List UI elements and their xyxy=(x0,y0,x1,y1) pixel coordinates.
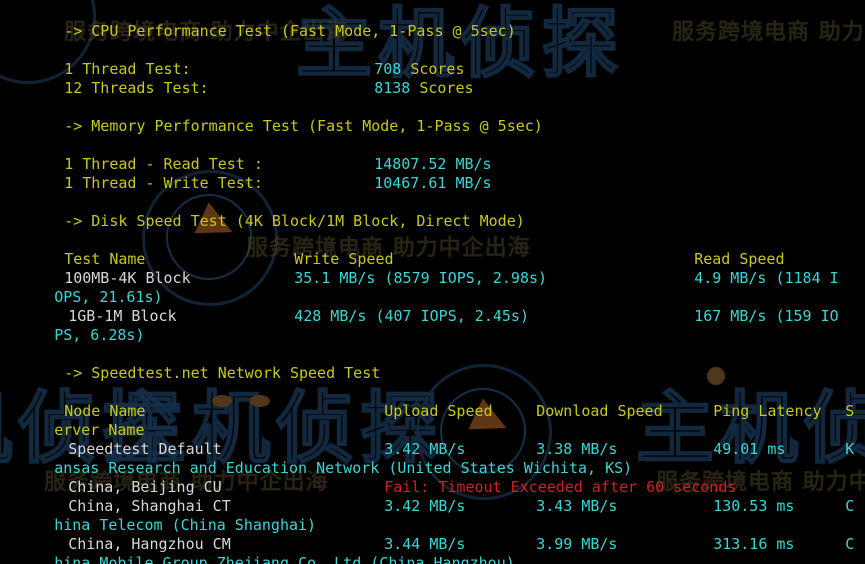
network-col-ping-latency: Ping Latency xyxy=(713,402,822,420)
network-col-upload-speed: Upload Speed xyxy=(384,402,493,420)
memory-section-heading: -> Memory Performance Test (Fast Mode, 1… xyxy=(0,98,543,135)
cpu-section-heading: -> CPU Performance Test (Fast Mode, 1-Pa… xyxy=(0,3,516,40)
memory-row-read: 1 Thread - Read Test :14807.52 MB/s xyxy=(0,136,491,173)
memory-write-value: 10467.61 MB/s xyxy=(374,174,492,192)
network-ping-latency: 313.16 ms xyxy=(713,535,795,553)
network-row-speedtest-default-wrap: ansas Research and Education Network (Un… xyxy=(0,440,632,477)
disk-4k-write: 35.1 MB/s (8579 IOPS, 2.98s) xyxy=(294,269,548,287)
network-server-name: C xyxy=(845,497,855,515)
memory-row-write: 1 Thread - Write Test: 10467.61 MB/s xyxy=(0,155,491,192)
network-server-name-wrap: hina Mobile Group Zhejiang Co.,Ltd (Chin… xyxy=(54,554,515,564)
cpu-row-1thread: 1 Thread Test: 708 Scores xyxy=(0,41,464,78)
disk-heading-text: -> Disk Speed Test (4K Block/1M Block, D… xyxy=(64,212,525,230)
network-upload-speed: 3.42 MB/s xyxy=(384,497,466,515)
network-row-shanghai-ct: China, Shanghai CT 3.42 MB/s 3.43 MB/s 130.… xyxy=(0,478,854,515)
disk-1m-write: 428 MB/s (407 IOPS, 2.45s) xyxy=(294,307,529,325)
disk-section-heading: -> Disk Speed Test (4K Block/1M Block, D… xyxy=(0,193,525,230)
network-row-hangzhou-cm: China, Hangzhou CM 3.44 MB/s 3.99 MB/s 313.… xyxy=(0,516,854,553)
network-server-name: C xyxy=(845,535,855,553)
disk-row-4k: 100MB-4K Block 35.1 MB/s (8579 IOPS, 2.98… xyxy=(0,250,839,287)
disk-row-1m-wrap: PS, 6.28s) xyxy=(0,307,144,344)
terminal-window: 主机侦探 主机侦探 主机侦探 主机侦探 服务跨境电商 助力中企出海 服务跨境电商… xyxy=(0,0,865,564)
disk-row-1m: 1GB-1M Block 428 MB/s (407 IOPS, 2.45s) 16… xyxy=(0,288,839,325)
network-row-hangzhou-cm-wrap: hina Mobile Group Zhejiang Co.,Ltd (Chin… xyxy=(0,535,515,564)
network-row-speedtest-default: Speedtest Default 3.42 MB/s 3.38 MB/s 49.01… xyxy=(0,421,854,458)
network-col-server-name: S xyxy=(845,402,855,420)
network-download-speed: 3.99 MB/s xyxy=(536,535,618,553)
memory-heading-text: -> Memory Performance Test (Fast Mode, 1… xyxy=(64,117,543,135)
disk-1m-read: 167 MB/s (159 IO xyxy=(694,307,839,325)
network-col-download-speed: Download Speed xyxy=(536,402,663,420)
network-row-shanghai-ct-wrap: hina Telecom (China Shanghai) xyxy=(0,497,316,534)
network-ping-latency: 49.01 ms xyxy=(713,440,786,458)
disk-4k-read: 4.9 MB/s (1184 I xyxy=(694,269,839,287)
disk-row-4k-wrap: OPS, 21.61s) xyxy=(0,269,162,306)
network-ping-latency: 130.53 ms xyxy=(713,497,795,515)
network-row-beijing-cu: China, Beijing CU Fail: Timeout Exceeded … xyxy=(0,459,736,496)
cpu-12threads-label: 12 Threads Test: xyxy=(64,79,209,97)
network-table-header: Node Name Upload Speed Download Speed Ping … xyxy=(0,383,854,420)
disk-1m-read-wrap: PS, 6.28s) xyxy=(54,326,145,344)
network-server-name: K xyxy=(845,440,855,458)
cpu-heading-text: -> CPU Performance Test (Fast Mode, 1-Pa… xyxy=(64,22,516,40)
network-table-header-wrap: erver Name xyxy=(0,402,144,439)
disk-table-header: Test Name Write Speed Read Speed xyxy=(0,231,784,268)
cpu-12threads-value: 8138 xyxy=(374,79,411,97)
network-heading-text: -> Speedtest.net Network Speed Test xyxy=(64,364,381,382)
cpu-row-12threads: 12 Threads Test: 8138 Scores xyxy=(0,60,473,97)
memory-write-label: 1 Thread - Write Test: xyxy=(64,174,263,192)
terminal-text-layer: -> CPU Performance Test (Fast Mode, 1-Pa… xyxy=(0,0,865,564)
network-section-heading: -> Speedtest.net Network Speed Test xyxy=(0,345,380,382)
cpu-12threads-unit-label: Scores xyxy=(419,79,474,97)
network-download-speed: 3.43 MB/s xyxy=(536,497,618,515)
